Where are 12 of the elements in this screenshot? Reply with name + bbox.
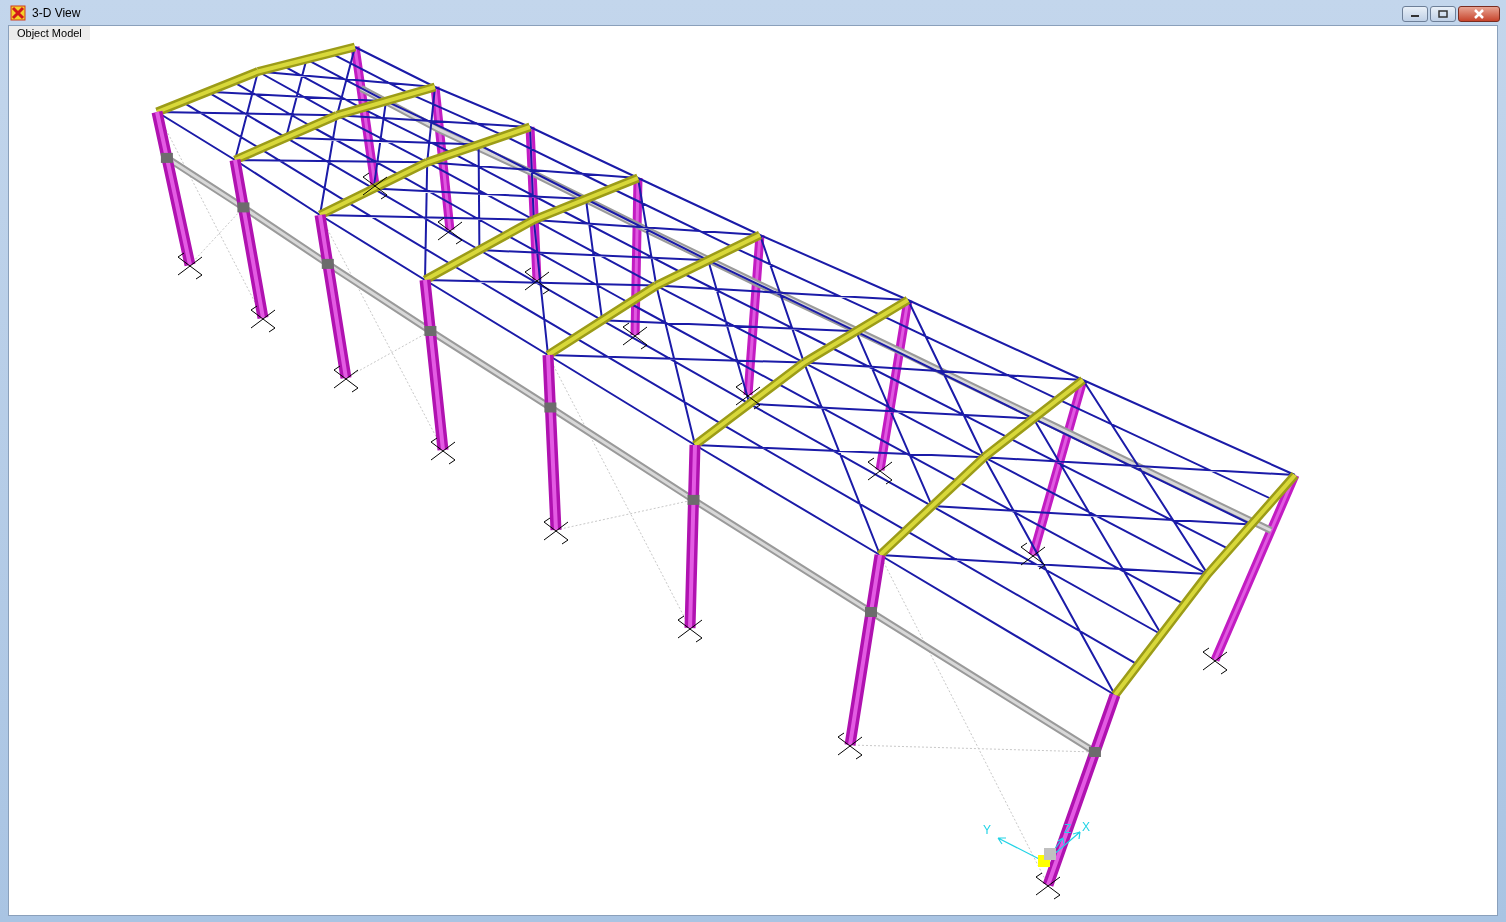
- window-title: 3-D View: [32, 5, 82, 20]
- axis-label: X: [1082, 820, 1090, 834]
- axis-label: Y: [983, 823, 991, 837]
- axis-triad-icon: [997, 831, 1081, 867]
- minimize-button[interactable]: [1402, 6, 1428, 22]
- close-button[interactable]: [1458, 6, 1500, 22]
- maximize-button[interactable]: [1430, 6, 1456, 22]
- close-icon: [1473, 9, 1485, 19]
- axis-label: Z: [1064, 822, 1072, 836]
- app-logo-icon: [10, 4, 26, 21]
- maximize-icon: [1438, 10, 1448, 18]
- view-tab[interactable]: Object Model: [9, 26, 90, 40]
